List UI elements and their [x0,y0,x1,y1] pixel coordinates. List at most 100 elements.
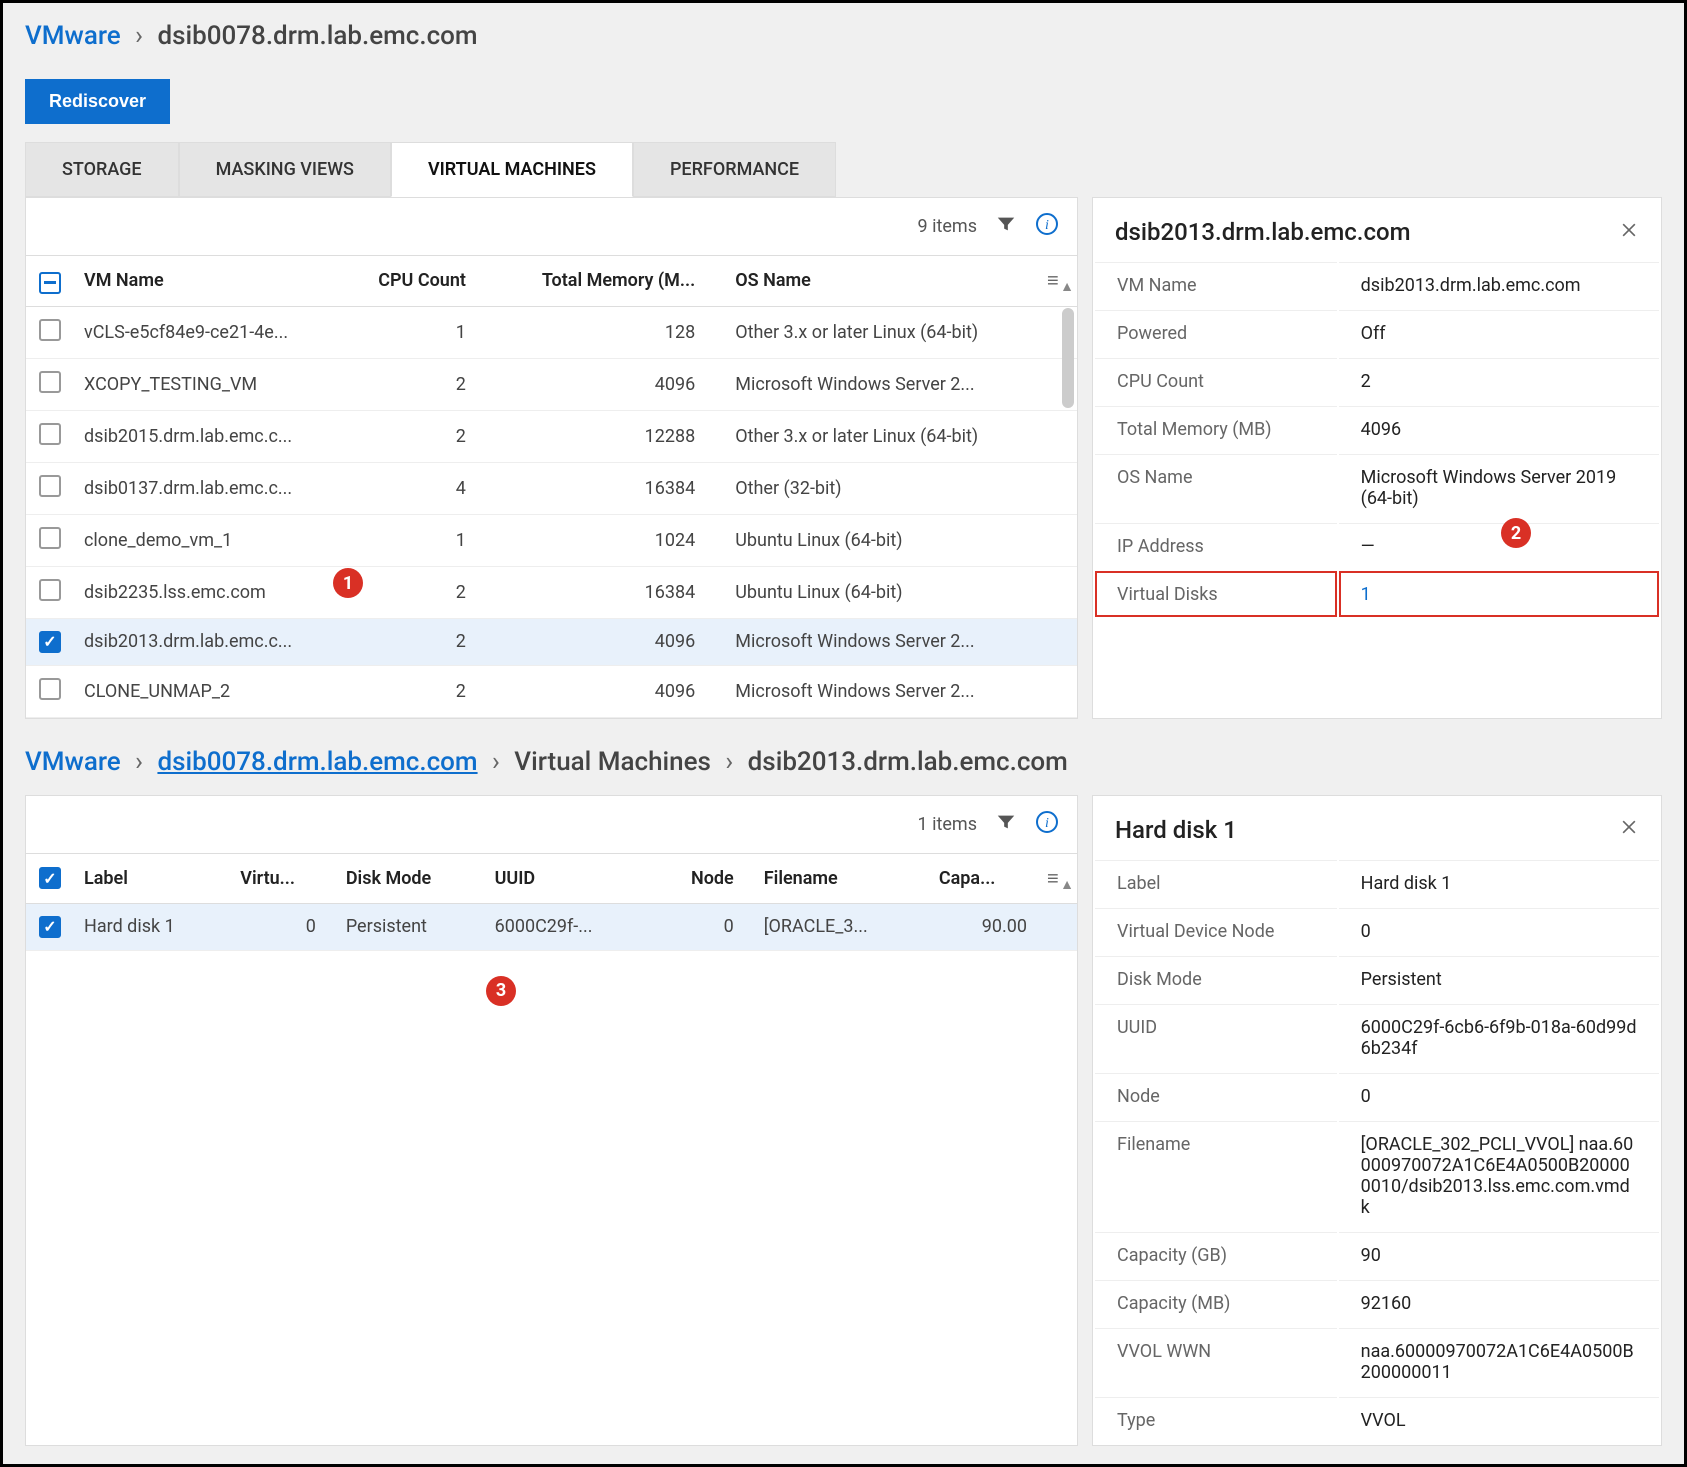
tab-masking-views[interactable]: MASKING VIEWS [179,142,391,197]
col-virt[interactable]: Virtu... [230,853,336,903]
cell-os: Microsoft Windows Server 2... [725,665,1037,717]
tab-storage[interactable]: STORAGE [25,142,179,197]
filter-icon[interactable] [995,213,1017,240]
cell-cpu: 2 [344,358,495,410]
disk-wwn-l: VVOL WWN [1095,1328,1337,1395]
disk-type-l: Type [1095,1397,1337,1443]
breadcrumb-sep-icon: › [135,21,143,51]
cell-capa: 90.00 [929,903,1037,950]
close-icon[interactable] [1619,817,1639,842]
columns-menu-icon[interactable]: ≡ [1047,268,1059,292]
row-checkbox[interactable] [39,527,61,549]
select-all-checkbox[interactable] [39,272,61,294]
col-total-memory[interactable]: Total Memory (M... [496,256,725,307]
tab-virtual-machines[interactable]: VIRTUAL MACHINES [391,142,633,197]
col-disk-mode[interactable]: Disk Mode [336,853,485,903]
detail-vm-name-value: dsib2013.drm.lab.emc.com [1339,262,1659,308]
col-os-name[interactable]: OS Name [725,256,1037,307]
table-row[interactable]: dsib0137.drm.lab.emc.c...416384Other (32… [26,462,1077,514]
table-row[interactable]: dsib2015.drm.lab.emc.c...212288Other 3.x… [26,410,1077,462]
disk-cmb-l: Capacity (MB) [1095,1280,1337,1326]
scroll-up-icon[interactable]: ▲ [1060,278,1074,295]
cell-mem: 1024 [496,514,725,566]
cell-vm-name: clone_demo_vm_1 [74,514,344,566]
filter-icon[interactable] [995,811,1017,838]
col-uuid[interactable]: UUID [485,853,651,903]
virtual-disks-link[interactable]: 1 [1361,584,1371,605]
annotation-3: 3 [486,976,516,1006]
items-count-2: 1 items [918,814,977,835]
row-checkbox[interactable] [39,475,61,497]
row-checkbox[interactable] [39,371,61,393]
breadcrumb-sep-icon: › [725,747,733,777]
table-row[interactable]: clone_demo_vm_111024Ubuntu Linux (64-bit… [26,514,1077,566]
col-vm-name[interactable]: VM Name [74,256,344,307]
table-row[interactable]: XCOPY_TESTING_VM24096Microsoft Windows S… [26,358,1077,410]
detail-mem-value: 4096 [1339,406,1659,452]
cell-mem: 16384 [496,462,725,514]
scroll-up-icon[interactable]: ▲ [1060,876,1074,893]
cell-os: Other (32-bit) [725,462,1037,514]
disk-list-section: VMware › dsib0078.drm.lab.emc.com › Virt… [3,737,1684,1464]
table-row[interactable]: vCLS-e5cf84e9-ce21-4e...1128Other 3.x or… [26,306,1077,358]
cell-os: Other 3.x or later Linux (64-bit) [725,410,1037,462]
breadcrumb-root-2[interactable]: VMware [25,747,121,777]
cell-cpu: 4 [344,462,495,514]
annotation-2: 2 [1501,518,1531,548]
row-checkbox[interactable] [39,579,61,601]
row-checkbox[interactable] [39,916,61,938]
breadcrumb-1: VMware › dsib0078.drm.lab.emc.com [3,3,1684,69]
table-row[interactable]: dsib2013.drm.lab.emc.c...24096Microsoft … [26,618,1077,665]
table-row[interactable]: Hard disk 10Persistent6000C29f-...0[ORAC… [26,903,1077,950]
disk-cmb-v: 92160 [1339,1280,1659,1326]
breadcrumb-root[interactable]: VMware [25,21,121,51]
svg-text:i: i [1045,218,1049,233]
cell-vm-name: vCLS-e5cf84e9-ce21-4e... [74,306,344,358]
annotation-1: 1 [333,568,363,598]
disk-table-panel: 1 items i Label Virtu... Disk Mode UUID [25,795,1078,1446]
col-filename[interactable]: Filename [754,853,929,903]
tab-performance[interactable]: PERFORMANCE [633,142,836,197]
cell-vm-name: CLONE_UNMAP_2 [74,665,344,717]
cell-os: Microsoft Windows Server 2... [725,618,1037,665]
disk-wwn-v: naa.60000970072A1C6E4A0500B200000011 [1339,1328,1659,1395]
table-row[interactable]: dsib2235.lss.emc.com216384Ubuntu Linux (… [26,566,1077,618]
cell-vm-name: XCOPY_TESTING_VM [74,358,344,410]
col-node[interactable]: Node [651,853,754,903]
disk-table: Label Virtu... Disk Mode UUID Node Filen… [26,853,1077,951]
disk-node-v: 0 [1339,1073,1659,1119]
cell-disk-mode: Persistent [336,903,485,950]
vm-table: VM Name CPU Count Total Memory (M... OS … [26,255,1077,718]
disk-node-l: Node [1095,1073,1337,1119]
disk-dm-l: Disk Mode [1095,956,1337,1002]
disk-type-v: VVOL [1339,1397,1659,1443]
breadcrumb-host-2[interactable]: dsib0078.drm.lab.emc.com [157,747,477,777]
row-checkbox[interactable] [39,631,61,653]
select-all-disks-checkbox[interactable] [39,867,61,889]
rediscover-button[interactable]: Rediscover [25,79,170,124]
disk-label-v: Hard disk 1 [1339,860,1659,906]
row-checkbox[interactable] [39,678,61,700]
detail-title: dsib2013.drm.lab.emc.com [1115,218,1411,246]
info-icon[interactable]: i [1035,810,1059,839]
cell-mem: 4096 [496,358,725,410]
tabs: STORAGE MASKING VIEWS VIRTUAL MACHINES P… [3,142,1684,197]
row-checkbox[interactable] [39,423,61,445]
columns-menu-icon[interactable]: ≡ [1047,866,1059,890]
scrollbar-thumb[interactable] [1062,308,1074,408]
cell-mem: 4096 [496,618,725,665]
col-label[interactable]: Label [74,853,230,903]
cell-uuid: 6000C29f-... [485,903,651,950]
col-cpu-count[interactable]: CPU Count [344,256,495,307]
disk-uuid-v: 6000C29f-6cb6-6f9b-018a-60d99d6b234f [1339,1004,1659,1071]
vm-list-section: VMware › dsib0078.drm.lab.emc.com Redisc… [3,3,1684,737]
col-capa[interactable]: Capa... [929,853,1037,903]
info-icon[interactable]: i [1035,212,1059,241]
close-icon[interactable] [1619,220,1639,245]
detail-os-value: Microsoft Windows Server 2019 (64-bit) [1339,454,1659,521]
disk-cgb-v: 90 [1339,1232,1659,1278]
disk-fn-l: Filename [1095,1121,1337,1230]
disk-label-l: Label [1095,860,1337,906]
row-checkbox[interactable] [39,319,61,341]
table-row[interactable]: CLONE_UNMAP_224096Microsoft Windows Serv… [26,665,1077,717]
